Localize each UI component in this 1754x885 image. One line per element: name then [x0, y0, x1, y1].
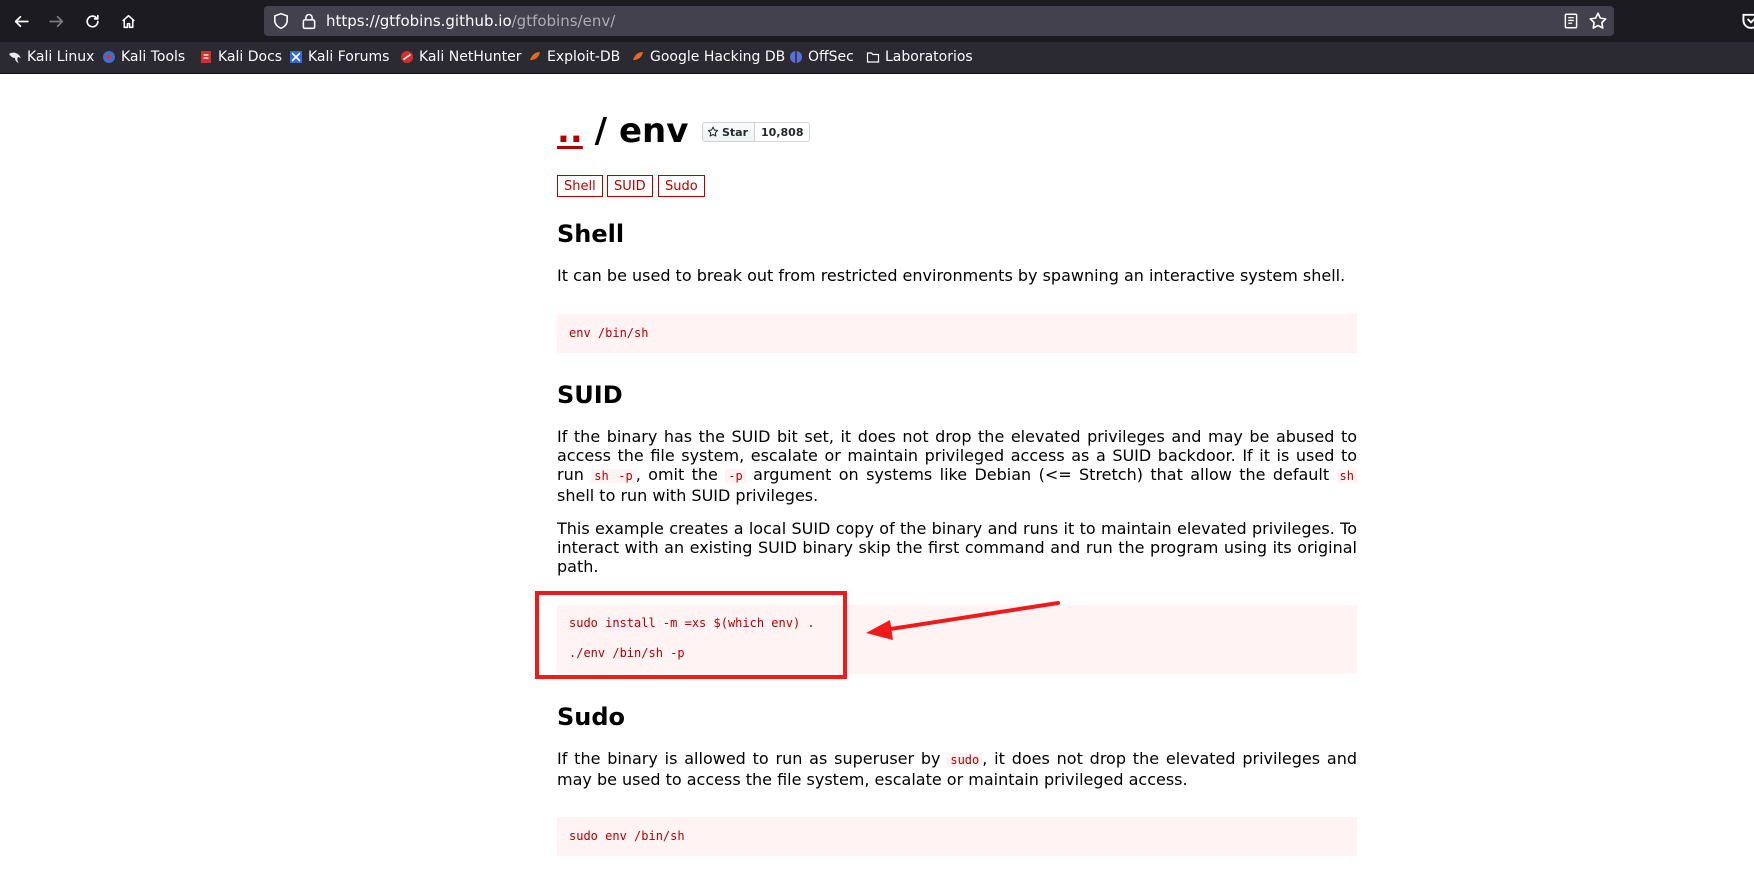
sudo-code-block[interactable]: sudo env /bin/sh — [557, 817, 1357, 856]
github-star-button[interactable]: Star 10,808 — [702, 122, 811, 142]
annotation-highlight-box — [535, 591, 847, 679]
arrow-left-icon — [14, 15, 29, 27]
address-bar[interactable]: https://gtfobins.github.io/gtfobins/env/ — [264, 6, 1614, 36]
kali-docs-icon — [201, 51, 211, 63]
bookmark-exploit-db[interactable]: Exploit-DB — [528, 47, 620, 67]
bookmark-kali-forums[interactable]: Kali Forums — [289, 47, 389, 67]
tag-sudo[interactable]: Sudo — [658, 175, 705, 197]
code-line: sudo env /bin/sh — [569, 829, 685, 843]
url-path: /gtfobins/env/ — [511, 12, 616, 30]
kali-forums-icon — [290, 51, 302, 63]
bookmark-offsec[interactable]: OffSec — [789, 47, 854, 67]
shell-code-block[interactable]: env /bin/sh — [557, 314, 1357, 353]
bookmark-kali-linux[interactable]: Kali Linux — [8, 47, 94, 67]
lock-icon[interactable] — [300, 12, 318, 30]
offsec-icon — [790, 51, 802, 63]
inline-code: -p — [725, 469, 746, 483]
sudo-description: If the binary is allowed to run as super… — [557, 749, 1358, 789]
folder-icon — [866, 52, 880, 63]
parent-directory-link[interactable]: .. — [557, 111, 583, 151]
nethunter-icon — [401, 51, 413, 63]
url-text[interactable]: https://gtfobins.github.io/gtfobins/env/ — [326, 12, 615, 30]
suid-description-2: This example creates a local SUID copy o… — [557, 519, 1357, 576]
star-label: Star — [722, 125, 749, 139]
bookmark-kali-docs[interactable]: Kali Docs — [199, 47, 282, 67]
ghdb-icon — [633, 52, 643, 60]
exploit-db-icon — [530, 52, 540, 60]
inline-code: sh — [1336, 469, 1357, 483]
pocket-icon[interactable] — [1740, 10, 1754, 32]
forward-button[interactable] — [44, 9, 68, 33]
home-button[interactable] — [116, 9, 140, 33]
home-icon — [121, 14, 135, 28]
bookmarks-toolbar: Kali Linux Kali Tools Kali Docs Kali For… — [0, 42, 1754, 74]
bookmark-kali-nethunter[interactable]: Kali NetHunter — [400, 47, 521, 67]
tracking-protection-shield-icon[interactable] — [272, 12, 290, 30]
bookmark-google-hacking-db[interactable]: Google Hacking DB — [631, 47, 785, 67]
binary-name: env — [618, 111, 689, 151]
url-host: https://gtfobins.github.io — [326, 12, 512, 30]
reload-button[interactable] — [80, 9, 104, 33]
browser-toolbar: https://gtfobins.github.io/gtfobins/env/ — [0, 0, 1754, 42]
bookmark-star-icon[interactable] — [1588, 11, 1608, 31]
inline-code: sh -p — [591, 469, 636, 483]
section-heading-sudo: Sudo — [557, 703, 626, 731]
title-separator: / — [582, 111, 619, 151]
star-count[interactable]: 10,808 — [755, 122, 811, 142]
annotation-arrow — [866, 601, 1060, 640]
star-icon — [707, 126, 719, 137]
code-line: env /bin/sh — [569, 326, 649, 340]
tag-suid[interactable]: SUID — [607, 175, 653, 197]
kali-tools-icon — [103, 51, 115, 63]
browser-chrome: https://gtfobins.github.io/gtfobins/env/… — [0, 0, 1754, 74]
bookmark-folder-laboratorios[interactable]: Laboratorios — [866, 47, 973, 67]
suid-description-1: If the binary has the SUID bit set, it d… — [557, 427, 1357, 505]
bookmark-kali-tools[interactable]: Kali Tools — [102, 47, 185, 67]
back-button[interactable] — [9, 9, 33, 33]
section-heading-shell: Shell — [557, 220, 625, 248]
reader-view-icon[interactable] — [1562, 12, 1580, 30]
tag-shell[interactable]: Shell — [557, 175, 603, 197]
reload-icon — [85, 14, 99, 28]
shell-description: It can be used to break out from restric… — [557, 266, 1346, 285]
kali-dragon-icon — [9, 52, 21, 63]
page-title: .. / env — [557, 111, 688, 151]
star-button[interactable]: Star — [702, 122, 756, 142]
arrow-right-icon — [48, 15, 63, 27]
section-heading-suid: SUID — [557, 381, 623, 409]
inline-code: sudo — [947, 753, 983, 767]
